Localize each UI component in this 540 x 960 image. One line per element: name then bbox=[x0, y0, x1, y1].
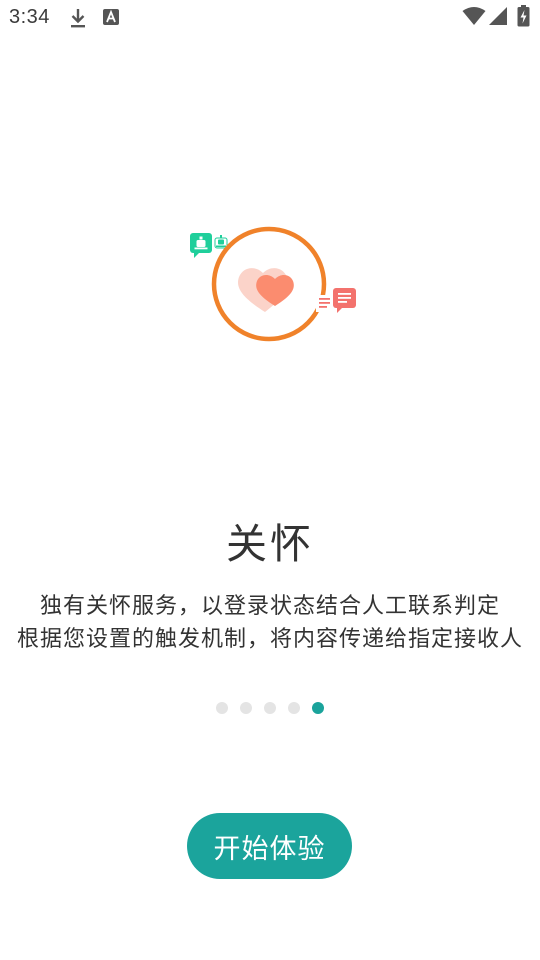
cellular-signal-icon bbox=[488, 6, 508, 30]
download-icon bbox=[68, 7, 88, 33]
wifi-icon bbox=[462, 6, 486, 30]
start-experience-button[interactable]: 开始体验 bbox=[187, 813, 352, 879]
page-indicator bbox=[0, 701, 540, 715]
care-illustration bbox=[185, 222, 365, 347]
a-badge-icon bbox=[102, 7, 120, 31]
status-bar: 3:34 bbox=[0, 0, 540, 36]
chat-bubble-icon bbox=[333, 288, 356, 313]
page-dot-4[interactable] bbox=[288, 702, 300, 714]
message-lines-icon bbox=[316, 295, 330, 312]
page-dot-3[interactable] bbox=[264, 702, 276, 714]
status-time: 3:34 bbox=[9, 6, 50, 28]
page-dot-1[interactable] bbox=[216, 702, 228, 714]
onboarding-screen: 3:34 关怀 独有关怀服务，以登录状态结合人工联系判定 根据您设置的触发机制，… bbox=[0, 0, 540, 960]
battery-charging-icon bbox=[517, 5, 530, 31]
page-dot-2[interactable] bbox=[240, 702, 252, 714]
page-dot-5-active[interactable] bbox=[312, 702, 324, 714]
robot-icon bbox=[214, 235, 228, 249]
robot-chat-bubble-icon bbox=[190, 233, 212, 258]
description-line-1: 独有关怀服务，以登录状态结合人工联系判定 bbox=[39, 594, 500, 619]
description-line-2: 根据您设置的触发机制，将内容传递给指定接收人 bbox=[16, 627, 523, 652]
page-title: 关怀 bbox=[226, 520, 314, 568]
